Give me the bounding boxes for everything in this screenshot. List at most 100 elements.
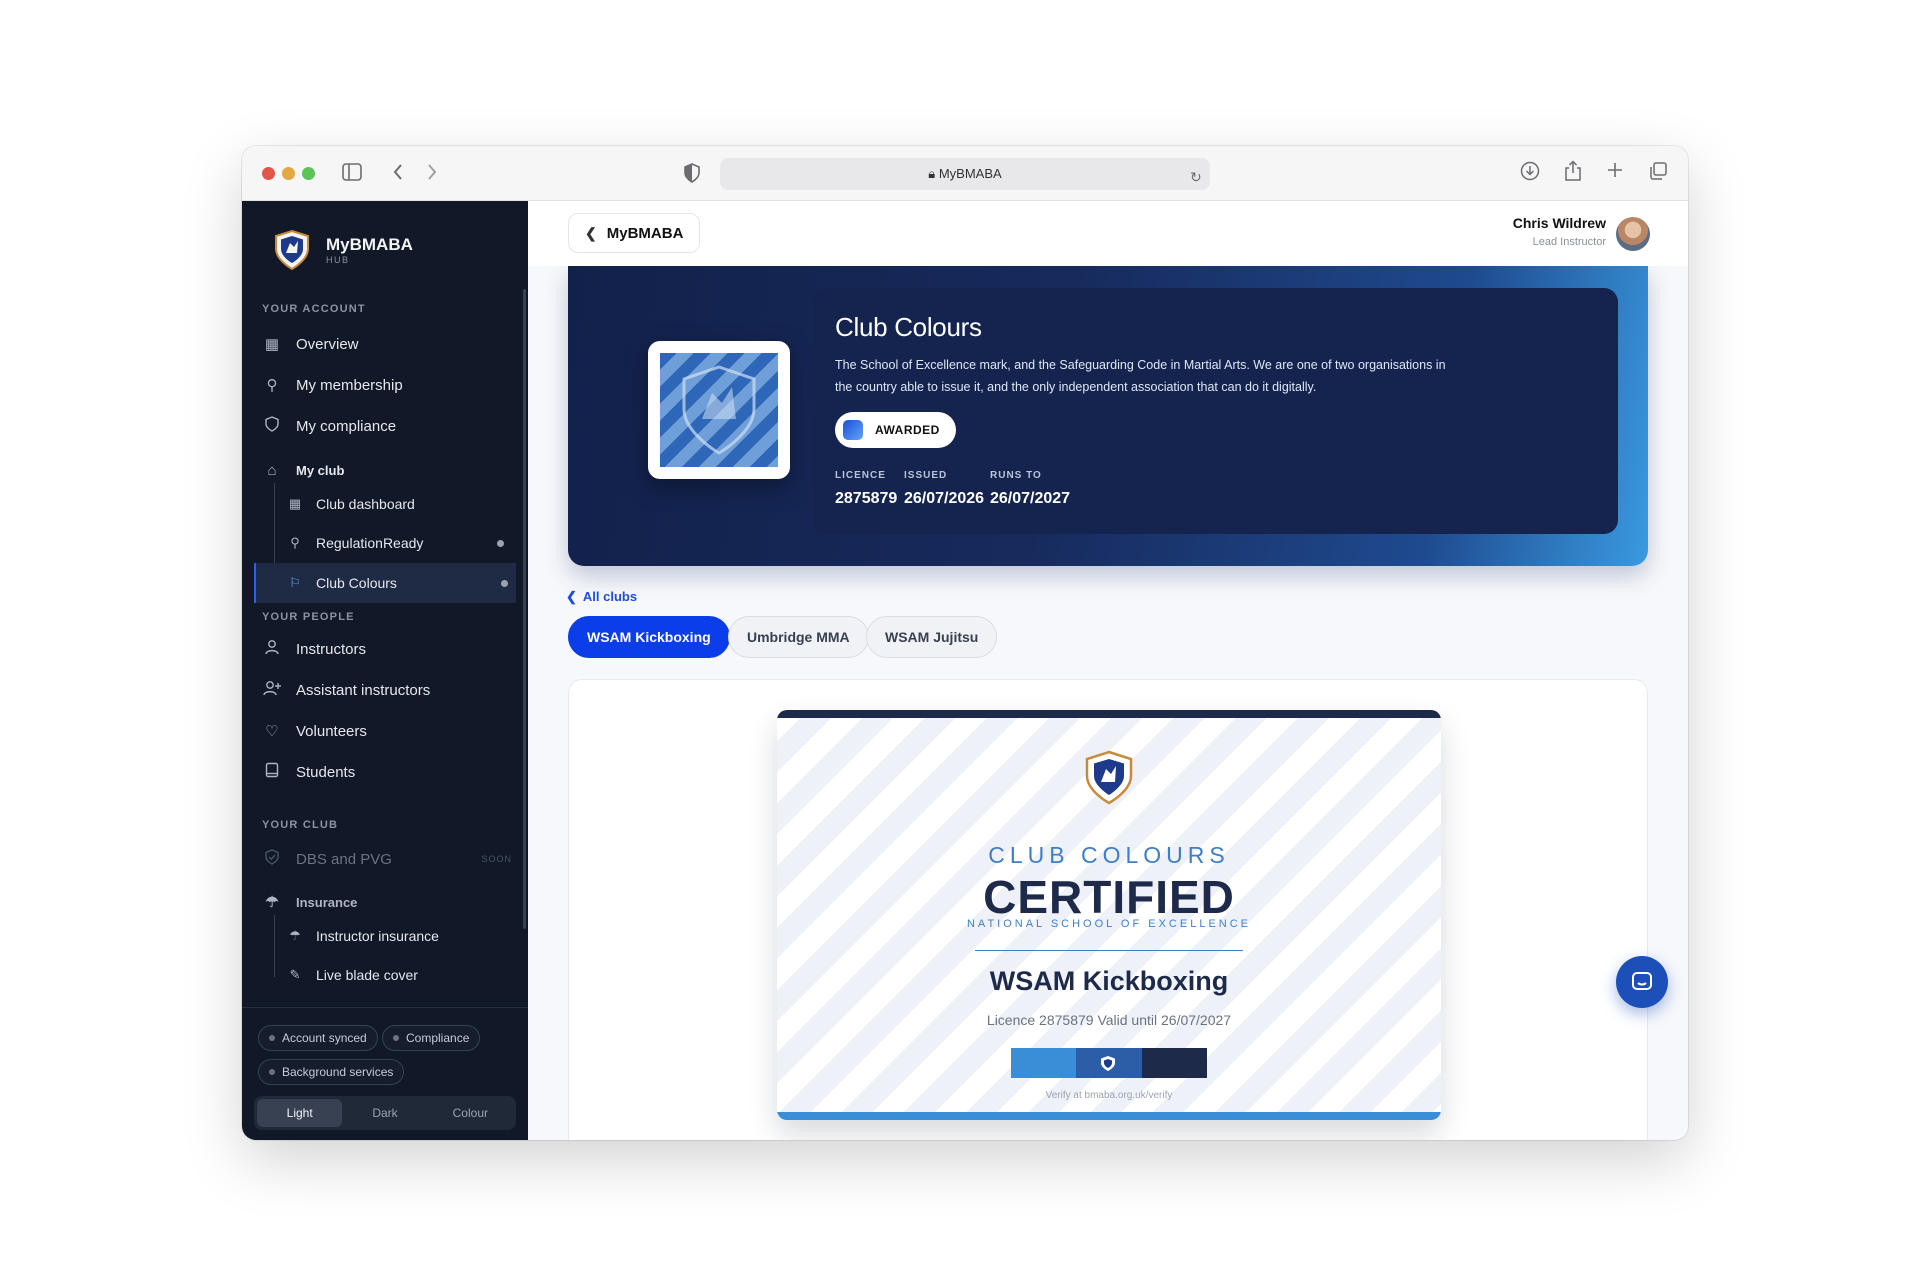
sidebar-item-club-colours[interactable]: ⚐︎ Club Colours	[254, 563, 516, 603]
section-your-club: YOUR CLUB	[262, 819, 339, 831]
chevron-left-icon: ❮	[566, 589, 577, 604]
certificate-title: CERTIFIED	[983, 871, 1235, 923]
awarded-status-badge: AWARDED	[835, 412, 956, 448]
sidebar-item-label: Club Colours	[316, 575, 397, 591]
user-name[interactable]: Chris Wildrew	[1513, 215, 1606, 231]
sidebar-item-my-club[interactable]: ⌂ My club	[262, 453, 512, 487]
forward-icon[interactable]	[426, 162, 438, 186]
reload-icon[interactable]: ↻	[1190, 167, 1202, 187]
theme-dark-button[interactable]: Dark	[342, 1099, 427, 1127]
person-icon	[262, 639, 282, 659]
close-window-button[interactable]	[262, 167, 275, 180]
runs-to-value: 26/07/2027	[990, 490, 1071, 507]
sidebar-item-membership[interactable]: ⚲ My membership	[262, 368, 512, 402]
sidebar-item-label: My membership	[296, 376, 403, 394]
theme-colour-button[interactable]: Colour	[428, 1099, 513, 1127]
certificate-divider	[975, 950, 1243, 951]
shield-icon	[262, 416, 282, 436]
blade-icon: ✎︎	[289, 967, 301, 982]
sidebar-item-label: DBS and PVG	[296, 850, 392, 868]
certificate-panel: CLUB COLOURS CERTIFIED NATIONAL SCHOOL O…	[568, 679, 1648, 1140]
section-your-account: YOUR ACCOUNT	[262, 303, 366, 315]
sidebar-toggle-icon[interactable]	[342, 163, 362, 185]
person-add-icon	[262, 680, 282, 700]
certificate-top-band	[777, 710, 1441, 718]
status-dot	[497, 540, 504, 547]
page-title: Club Colours	[835, 312, 982, 342]
certificate-club-name: WSAM Kickboxing	[989, 966, 1229, 996]
sidebar-item-regulationready[interactable]: ⚲ RegulationReady	[286, 526, 512, 560]
flag-icon: ⚐︎	[289, 575, 301, 590]
chevron-left-icon: ❮	[585, 224, 597, 241]
sidebar-item-assistant-instructors[interactable]: Assistant instructors	[262, 673, 512, 707]
badge-pattern	[660, 353, 778, 467]
share-icon[interactable]	[1564, 160, 1582, 186]
ribbon-icon: ⚲	[266, 377, 278, 394]
theme-light-button[interactable]: Light	[257, 1099, 343, 1127]
club-colours-badge	[648, 341, 790, 479]
maximize-window-button[interactable]	[302, 167, 315, 180]
sidebar-item-label: Overview	[296, 335, 359, 353]
sidebar: MyBMABA HUB YOUR ACCOUNT ▦ Overview ⚲ My m…	[242, 201, 528, 1140]
sidebar-item-instructor-insurance[interactable]: ☂︎ Instructor insurance	[286, 919, 512, 953]
back-icon[interactable]	[392, 162, 404, 186]
status-chip-background-services: Background services	[258, 1059, 405, 1085]
minimize-window-button[interactable]	[282, 167, 295, 180]
sidebar-item-label: RegulationReady	[316, 535, 424, 551]
umbrella-icon: ☂︎	[289, 928, 301, 943]
book-icon	[262, 762, 282, 782]
chat-support-button[interactable]	[1616, 956, 1668, 1008]
all-clubs-link[interactable]: ❮ All clubs	[566, 589, 637, 605]
umbrella-icon: ☂︎	[265, 894, 279, 911]
sidebar-item-compliance[interactable]: My compliance	[262, 409, 512, 443]
sidebar-item-label: My compliance	[296, 417, 397, 435]
sidebar-item-insurance[interactable]: ☂︎ Insurance	[262, 885, 512, 919]
mini-crest-icon	[1101, 1056, 1116, 1071]
new-tab-icon[interactable]	[1606, 161, 1624, 183]
status-dot	[269, 1069, 275, 1075]
address-bar[interactable]: 🔒︎ MyBMABA	[720, 158, 1210, 190]
status-dot	[501, 580, 508, 587]
status-chip-label: Compliance	[406, 1031, 470, 1045]
status-dot	[393, 1035, 399, 1041]
download-icon[interactable]	[1520, 161, 1540, 185]
avatar[interactable]	[1616, 217, 1650, 251]
heart-icon: ♡	[265, 723, 279, 740]
certificate-crest-icon	[1083, 750, 1135, 811]
sidebar-item-volunteers[interactable]: ♡ Volunteers	[262, 714, 512, 748]
licence-value: 2875879	[835, 490, 898, 507]
badge-crest-icon	[682, 365, 756, 455]
back-to-mybmaba-button[interactable]: ❮ MyBMABA	[568, 213, 701, 253]
privacy-shield-icon[interactable]	[684, 163, 700, 187]
user-role: Lead Instructor	[1532, 236, 1606, 248]
tree-line	[274, 915, 275, 977]
tab-overview-icon[interactable]	[1648, 161, 1668, 185]
sidebar-item-instructors[interactable]: Instructors	[262, 632, 512, 666]
sidebar-item-live-blade-cover[interactable]: ✎︎ Live blade cover	[286, 958, 512, 992]
sidebar-item-overview[interactable]: ▦ Overview	[262, 327, 512, 361]
colour-swatch-navy	[1141, 1048, 1207, 1078]
colour-swatch-mid-blue	[1076, 1048, 1142, 1078]
sidebar-item-label: Club dashboard	[316, 496, 415, 512]
tab-umbridge-mma[interactable]: Umbridge MMA	[728, 616, 869, 658]
status-chip-account-synced: Account synced	[258, 1025, 378, 1051]
sidebar-item-dbs-pvg: DBS and PVG SOON	[262, 842, 512, 876]
status-chip-label: Background services	[282, 1065, 394, 1079]
divider	[242, 1007, 528, 1008]
sidebar-item-label: Assistant instructors	[296, 681, 431, 699]
certificate-licence-line: Licence 2875879 Valid until 26/07/2027	[986, 1012, 1232, 1028]
tab-wsam-kickboxing[interactable]: WSAM Kickboxing	[568, 616, 730, 658]
sidebar-item-label: Live blade cover	[316, 967, 418, 983]
certificate-national: NATIONAL SCHOOL OF EXCELLENCE	[966, 918, 1252, 930]
browser-window: 🔒︎ MyBMABA ↻ MyBMABA HUB YOUR ACCOUNT ▦ O…	[242, 146, 1688, 1140]
licence-label: LICENCE	[835, 470, 886, 481]
theme-switcher: Light Dark Colour	[254, 1096, 516, 1130]
sidebar-item-club-dashboard[interactable]: ▦ Club dashboard	[286, 487, 512, 521]
sidebar-item-label: Volunteers	[296, 722, 367, 740]
certificate-bottom-band	[777, 1112, 1441, 1120]
tab-wsam-jujitsu[interactable]: WSAM Jujitsu	[866, 616, 998, 658]
top-bar: ❮ MyBMABA Chris Wildrew Lead Instructor	[528, 201, 1688, 266]
sidebar-scrollbar[interactable]	[523, 289, 526, 929]
brand-name: MyBMABA	[326, 235, 413, 254]
sidebar-item-students[interactable]: Students	[262, 755, 512, 789]
